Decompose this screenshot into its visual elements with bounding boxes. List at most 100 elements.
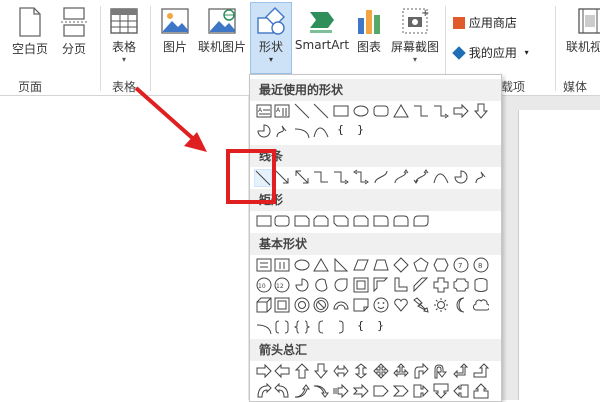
snip-diagonal-rectangle-shape[interactable] [333,213,349,229]
online-video-button[interactable]: 联机视频 [560,6,600,55]
double-arrow-line-shape[interactable] [294,169,310,185]
left-arrow-callout-shape[interactable] [453,383,469,399]
rounded-rectangle-shape[interactable] [274,213,290,229]
right-bracket-shape[interactable] [333,319,349,335]
striped-right-arrow-shape[interactable] [333,383,349,399]
elbow-arrow-connector-shape[interactable] [433,103,449,119]
smiley-face-shape[interactable] [373,297,389,313]
triangle-shape[interactable] [313,257,329,273]
page-break-button[interactable]: 分页 [54,6,94,57]
elbow-connector-shape[interactable] [413,103,429,119]
right-brace-shape[interactable]: } [377,319,384,332]
notched-right-arrow-shape[interactable] [353,383,369,399]
round-same-side-rectangle-shape[interactable] [393,213,409,229]
pie-shape[interactable] [294,277,310,293]
arrow-line-shape[interactable] [274,169,290,185]
double-brace-shape[interactable] [294,319,310,335]
curved-connector-shape[interactable] [373,169,389,185]
decagon-shape[interactable]: 10 [256,277,272,293]
rounded-rectangle-shape[interactable] [373,103,389,119]
lightning-bolt-shape[interactable] [413,297,429,313]
curved-double-arrow-connector-shape[interactable] [413,169,429,185]
elbow-arrow-connector-shape[interactable] [333,169,349,185]
trapezoid-shape[interactable] [373,257,389,273]
right-arrow-callout-shape[interactable] [413,383,429,399]
bent-arrow-shape[interactable] [413,363,429,379]
my-apps-button[interactable]: 我的应用 ▾ [452,44,529,61]
right-arrow-shape[interactable] [453,103,469,119]
curve-shape[interactable] [313,123,329,139]
left-bracket-shape[interactable] [313,319,329,335]
parallelogram-shape[interactable] [353,257,369,273]
heart-shape[interactable] [393,297,409,313]
frame-shape[interactable] [353,277,369,293]
left-brace-shape[interactable]: { [337,123,344,136]
elbow-double-arrow-connector-shape[interactable] [353,169,369,185]
screenshot-button[interactable]: + 屏幕截图 ▾ [389,6,441,64]
cross-shape[interactable] [433,277,449,293]
plaque-shape[interactable] [453,277,469,293]
vertical-text-box-shape[interactable] [274,257,290,273]
block-arc-shape[interactable] [333,297,349,313]
curved-right-arrow-shape[interactable] [256,383,272,399]
rectangle-shape[interactable] [256,213,272,229]
table-button[interactable]: 表格 ▾ [104,6,144,64]
bent-up-arrow-shape[interactable] [473,363,489,379]
vertical-text-box-shape[interactable]: A [274,103,290,119]
up-arrow-shape[interactable] [294,363,310,379]
left-arrow-shape[interactable] [274,363,290,379]
curve-shape[interactable] [433,169,449,185]
down-arrow-callout-shape[interactable] [433,383,449,399]
curved-left-arrow-shape[interactable] [274,383,290,399]
hexagon-shape[interactable] [433,257,449,273]
curved-arrow-connector-shape[interactable] [393,169,409,185]
dodecagon-shape[interactable]: 12 [274,277,290,293]
pentagon-shape[interactable] [413,257,429,273]
app-store-button[interactable]: 应用商店 [453,14,517,31]
line-shape[interactable] [294,103,310,119]
oval-shape[interactable] [353,103,369,119]
curved-up-arrow-shape[interactable] [294,383,310,399]
left-right-arrow-shape[interactable] [333,363,349,379]
left-right-up-arrow-shape[interactable] [393,363,409,379]
sun-shape[interactable] [433,297,449,313]
heptagon-shape[interactable]: 7 [453,257,469,273]
text-box-shape[interactable] [256,257,272,273]
blank-page-button[interactable]: 空白页 [10,6,50,57]
document-page-right[interactable] [518,110,600,400]
chart-button[interactable]: 图表 [352,6,386,55]
teardrop-shape[interactable] [333,277,349,293]
quad-arrow-shape[interactable] [373,363,389,379]
pentagon-arrow-shape[interactable] [373,383,389,399]
down-arrow-shape[interactable] [313,363,329,379]
snip-corner-rectangle-shape[interactable] [294,213,310,229]
up-down-arrow-shape[interactable] [353,363,369,379]
octagon-shape[interactable]: 8 [473,257,489,273]
cloud-shape[interactable] [473,297,489,313]
l-shape[interactable] [393,277,409,293]
donut-shape[interactable] [294,297,310,313]
scribble-shape[interactable] [473,169,489,185]
shapes-button[interactable]: 形状 ▾ [251,6,291,64]
document-page[interactable] [0,96,248,400]
moon-shape[interactable] [453,297,469,313]
freeform-shape[interactable] [274,123,290,139]
diagonal-stripe-shape[interactable] [413,277,429,293]
oval-shape[interactable] [294,257,310,273]
left-up-arrow-shape[interactable] [453,363,469,379]
online-picture-button[interactable]: 联机图片 [197,6,247,55]
down-arrow-shape[interactable] [473,103,489,119]
up-arrow-callout-shape[interactable] [473,383,489,399]
round-diagonal-rectangle-shape[interactable] [413,213,429,229]
left-brace-shape[interactable]: { [357,319,364,332]
snip-round-rectangle-shape[interactable] [353,213,369,229]
no-symbol-shape[interactable] [313,297,329,313]
snip-same-side-rectangle-shape[interactable] [313,213,329,229]
bevel-shape[interactable] [274,297,290,313]
arc-shape[interactable] [294,123,310,139]
right-brace-shape[interactable]: } [357,123,364,136]
round-single-corner-rectangle-shape[interactable] [373,213,389,229]
arc-shape[interactable] [256,319,272,335]
chevron-shape[interactable] [393,383,409,399]
smartart-button[interactable]: SmartArt [293,6,351,52]
